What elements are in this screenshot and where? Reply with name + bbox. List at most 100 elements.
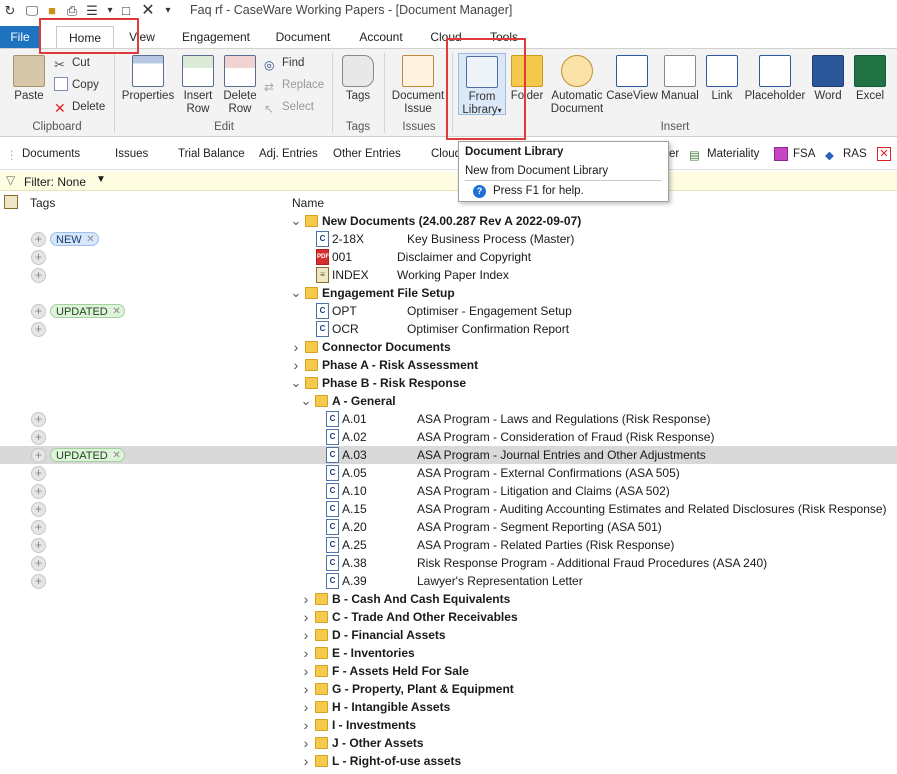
tree-folder-row[interactable]: › G - Property, Plant & Equipment	[0, 680, 897, 698]
add-tag-icon[interactable]: +	[31, 304, 46, 319]
tree-document-row[interactable]: + ≡ INDEX Working Paper Index	[0, 266, 897, 284]
paste-button[interactable]: Paste	[10, 55, 48, 103]
chevron-right-icon[interactable]: ›	[300, 608, 312, 626]
tree-document-row[interactable]: + UPDATED ✕ C A.03 ASA Program - Journal Entr…	[0, 446, 897, 464]
chevron-right-icon[interactable]: ›	[300, 590, 312, 608]
automatic-document-button[interactable]: Automatic Document	[548, 55, 606, 116]
tree-document-row[interactable]: + C A.39 Lawyer's Representation Letter	[0, 572, 897, 590]
tree-document-row[interactable]: + PDF 001 Disclaimer and Copyright	[0, 248, 897, 266]
tree-folder-row[interactable]: › J - Other Assets	[0, 734, 897, 752]
tags-button[interactable]: Tags	[340, 55, 376, 103]
add-tag-icon[interactable]: +	[31, 232, 46, 247]
dropdown-chevron-icon[interactable]: ▾	[102, 3, 118, 19]
open-folder-icon[interactable]: ■	[44, 3, 60, 19]
add-tag-icon[interactable]: +	[31, 502, 46, 517]
add-tag-icon[interactable]: +	[31, 556, 46, 571]
tree-document-row[interactable]: + UPDATED ✕ C OPT Optimiser - Engagement Setu…	[0, 302, 897, 320]
tag-badge[interactable]: NEW ✕	[50, 232, 99, 246]
remove-tag-icon[interactable]: ✕	[112, 449, 120, 463]
word-button[interactable]: Word	[810, 55, 846, 103]
chevron-right-icon[interactable]: ›	[300, 752, 312, 770]
tree-document-row[interactable]: + C A.01 ASA Program - Laws and Regulations…	[0, 410, 897, 428]
toolbar-partial-item[interactable]: er	[669, 148, 679, 160]
filter-bar[interactable]: ▽ Filter: None ▼	[0, 172, 897, 191]
close-x-icon[interactable]: ✕	[140, 3, 156, 19]
list-icon[interactable]: ☰	[84, 3, 100, 19]
add-tag-icon[interactable]: +	[31, 250, 46, 265]
remove-tag-icon[interactable]: ✕	[112, 305, 120, 319]
tree-folder-row[interactable]: › Phase A - Risk Assessment	[0, 356, 897, 374]
tree-document-row[interactable]: + C A.15 ASA Program - Auditing Accounting …	[0, 500, 897, 518]
tags-column-header[interactable]: Tags	[30, 196, 55, 210]
monitor-icon[interactable]: 🖵	[24, 3, 40, 19]
tag-badge[interactable]: UPDATED ✕	[50, 304, 125, 318]
copy-button[interactable]: Copy	[54, 76, 99, 94]
properties-button[interactable]: Properties	[120, 55, 176, 103]
link-button[interactable]: Link	[704, 55, 740, 103]
tab-file[interactable]: File	[0, 26, 40, 48]
customize-qa-icon[interactable]: ▾	[160, 3, 176, 19]
delete-button[interactable]: ✕ Delete	[54, 98, 105, 116]
tree-folder-row[interactable]: › H - Intangible Assets	[0, 698, 897, 716]
tab-engagement[interactable]: Engagement	[176, 26, 256, 48]
add-tag-icon[interactable]: +	[31, 412, 46, 427]
tree-folder-row[interactable]: ⌄ New Documents (24.00.287 Rev A 2022-09-…	[0, 212, 897, 230]
chevron-right-icon[interactable]: ›	[290, 338, 302, 356]
replace-button[interactable]: ⇄ Replace	[264, 76, 324, 94]
caseview-button[interactable]: CaseView	[606, 55, 658, 103]
print-icon[interactable]: ⎙	[64, 3, 80, 19]
cut-button[interactable]: ✂ Cut	[54, 54, 90, 72]
tree-document-row[interactable]: + C A.05 ASA Program - External Confirmatio…	[0, 464, 897, 482]
find-button[interactable]: ◎ Find	[264, 54, 304, 72]
chevron-right-icon[interactable]: ›	[290, 356, 302, 374]
tree-folder-row[interactable]: › D - Financial Assets	[0, 626, 897, 644]
tree-document-row[interactable]: + C A.02 ASA Program - Consideration of Fra…	[0, 428, 897, 446]
remove-tag-icon[interactable]: ✕	[86, 233, 94, 247]
add-tag-icon[interactable]: +	[31, 268, 46, 283]
manual-button[interactable]: Manual	[658, 55, 702, 103]
chevron-right-icon[interactable]: ›	[300, 698, 312, 716]
close-red-icon[interactable]: ✕	[877, 147, 891, 161]
filter-dropdown-icon[interactable]: ▼	[96, 174, 106, 185]
tree-folder-row[interactable]: ⌄ Engagement File Setup	[0, 284, 897, 302]
chevron-down-icon[interactable]: ⌄	[290, 212, 302, 230]
insert-row-button[interactable]: Insert Row	[180, 55, 216, 116]
chevron-down-icon[interactable]: ⌄	[290, 284, 302, 302]
add-tag-icon[interactable]: +	[31, 574, 46, 589]
add-tag-icon[interactable]: +	[31, 322, 46, 337]
tree-folder-row[interactable]: › E - Inventories	[0, 644, 897, 662]
tree-folder-row[interactable]: › B - Cash And Cash Equivalents	[0, 590, 897, 608]
add-tag-icon[interactable]: +	[31, 538, 46, 553]
tree-folder-row[interactable]: ⌄ A - General	[0, 392, 897, 410]
toolbar-trial-balance[interactable]: Trial Balance	[178, 148, 245, 160]
tree-document-row[interactable]: + C OCR Optimiser Confirmation Report	[0, 320, 897, 338]
tree-folder-row[interactable]: › I - Investments	[0, 716, 897, 734]
chevron-down-icon[interactable]: ⌄	[290, 374, 302, 392]
tab-account[interactable]: Account	[352, 26, 410, 48]
tree-folder-row[interactable]: ⌄ Phase B - Risk Response	[0, 374, 897, 392]
add-tag-icon[interactable]: +	[31, 484, 46, 499]
toolbar-other-entries[interactable]: Other Entries	[333, 148, 401, 160]
chevron-right-icon[interactable]: ›	[300, 662, 312, 680]
toolbar-materiality[interactable]: Materiality	[707, 148, 759, 160]
tree-document-row[interactable]: + C A.10 ASA Program - Litigation and Claim…	[0, 482, 897, 500]
toolbar-ras[interactable]: RAS	[843, 148, 867, 160]
toolbar-fsa[interactable]: FSA	[793, 148, 815, 160]
tag-badge[interactable]: UPDATED ✕	[50, 448, 125, 462]
tree-folder-row[interactable]: › F - Assets Held For Sale	[0, 662, 897, 680]
add-tag-icon[interactable]: +	[31, 520, 46, 535]
toolbar-issues[interactable]: Issues	[115, 148, 148, 160]
tree-folder-row[interactable]: › Connector Documents	[0, 338, 897, 356]
chevron-down-icon[interactable]: ⌄	[300, 392, 312, 410]
chevron-right-icon[interactable]: ›	[300, 680, 312, 698]
chevron-right-icon[interactable]: ›	[300, 716, 312, 734]
preview-icon[interactable]: □	[118, 3, 134, 19]
document-issue-button[interactable]: Document Issue	[390, 55, 446, 116]
tree-document-row[interactable]: + C A.25 ASA Program - Related Parties (Ris…	[0, 536, 897, 554]
chevron-right-icon[interactable]: ›	[300, 644, 312, 662]
chevron-right-icon[interactable]: ›	[300, 734, 312, 752]
tree-document-row[interactable]: + C A.38 Risk Response Program - Additional…	[0, 554, 897, 572]
tree-folder-row[interactable]: › C - Trade And Other Receivables	[0, 608, 897, 626]
tree-folder-row[interactable]: › L - Right-of-use assets	[0, 752, 897, 770]
add-tag-icon[interactable]: +	[31, 466, 46, 481]
